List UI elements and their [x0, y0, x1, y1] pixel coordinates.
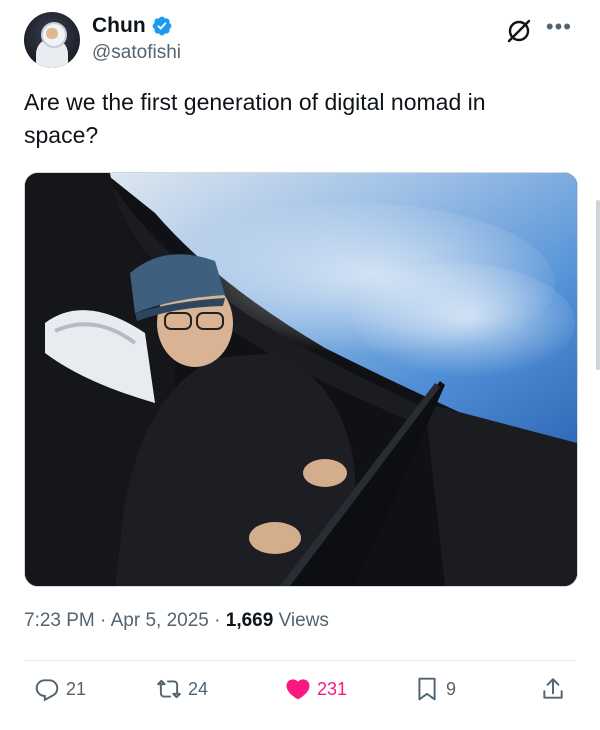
views-count: 1,669 — [225, 610, 274, 631]
share-icon — [543, 678, 563, 699]
tweet-date[interactable]: Apr 5, 2025 — [111, 610, 209, 631]
tweet-meta: 7:23 PM · Apr 5, 2025 · 1,669 Views — [24, 610, 329, 632]
author-handle[interactable]: @satofishi — [92, 42, 181, 64]
author-name-row[interactable]: Chun — [92, 14, 173, 38]
action-bar: 21 24 231 9 — [24, 676, 576, 712]
bookmark-icon — [418, 677, 436, 701]
scrollbar[interactable] — [596, 200, 600, 370]
photo-astronaut-laptop — [25, 173, 577, 586]
grok-icon[interactable] — [506, 18, 532, 44]
author-display-name[interactable]: Chun — [92, 14, 146, 38]
tweet-header: Chun @satofishi ••• — [24, 12, 576, 70]
reply-button[interactable]: 21 — [34, 676, 86, 702]
bookmark-button[interactable]: 9 — [414, 676, 456, 702]
like-button[interactable]: 231 — [285, 676, 347, 702]
more-icon[interactable]: ••• — [546, 16, 572, 38]
like-count: 231 — [317, 678, 348, 699]
reply-count: 21 — [66, 678, 87, 699]
tweet-photo[interactable] — [24, 172, 578, 587]
repost-button[interactable]: 24 — [156, 676, 208, 702]
bookmark-count: 9 — [446, 678, 457, 699]
views-label: Views — [278, 610, 329, 631]
divider — [24, 660, 576, 661]
repost-count: 24 — [188, 678, 209, 699]
verified-badge-icon — [152, 16, 172, 36]
reply-icon — [35, 679, 59, 702]
tweet-text: Are we the first generation of digital n… — [24, 89, 486, 148]
meta-separator: · — [214, 610, 226, 631]
share-button[interactable] — [540, 676, 566, 702]
tweet-time[interactable]: 7:23 PM — [24, 610, 95, 631]
meta-separator: · — [100, 610, 111, 631]
avatar[interactable] — [24, 12, 80, 68]
repost-icon — [157, 679, 181, 699]
heart-icon — [286, 679, 310, 700]
